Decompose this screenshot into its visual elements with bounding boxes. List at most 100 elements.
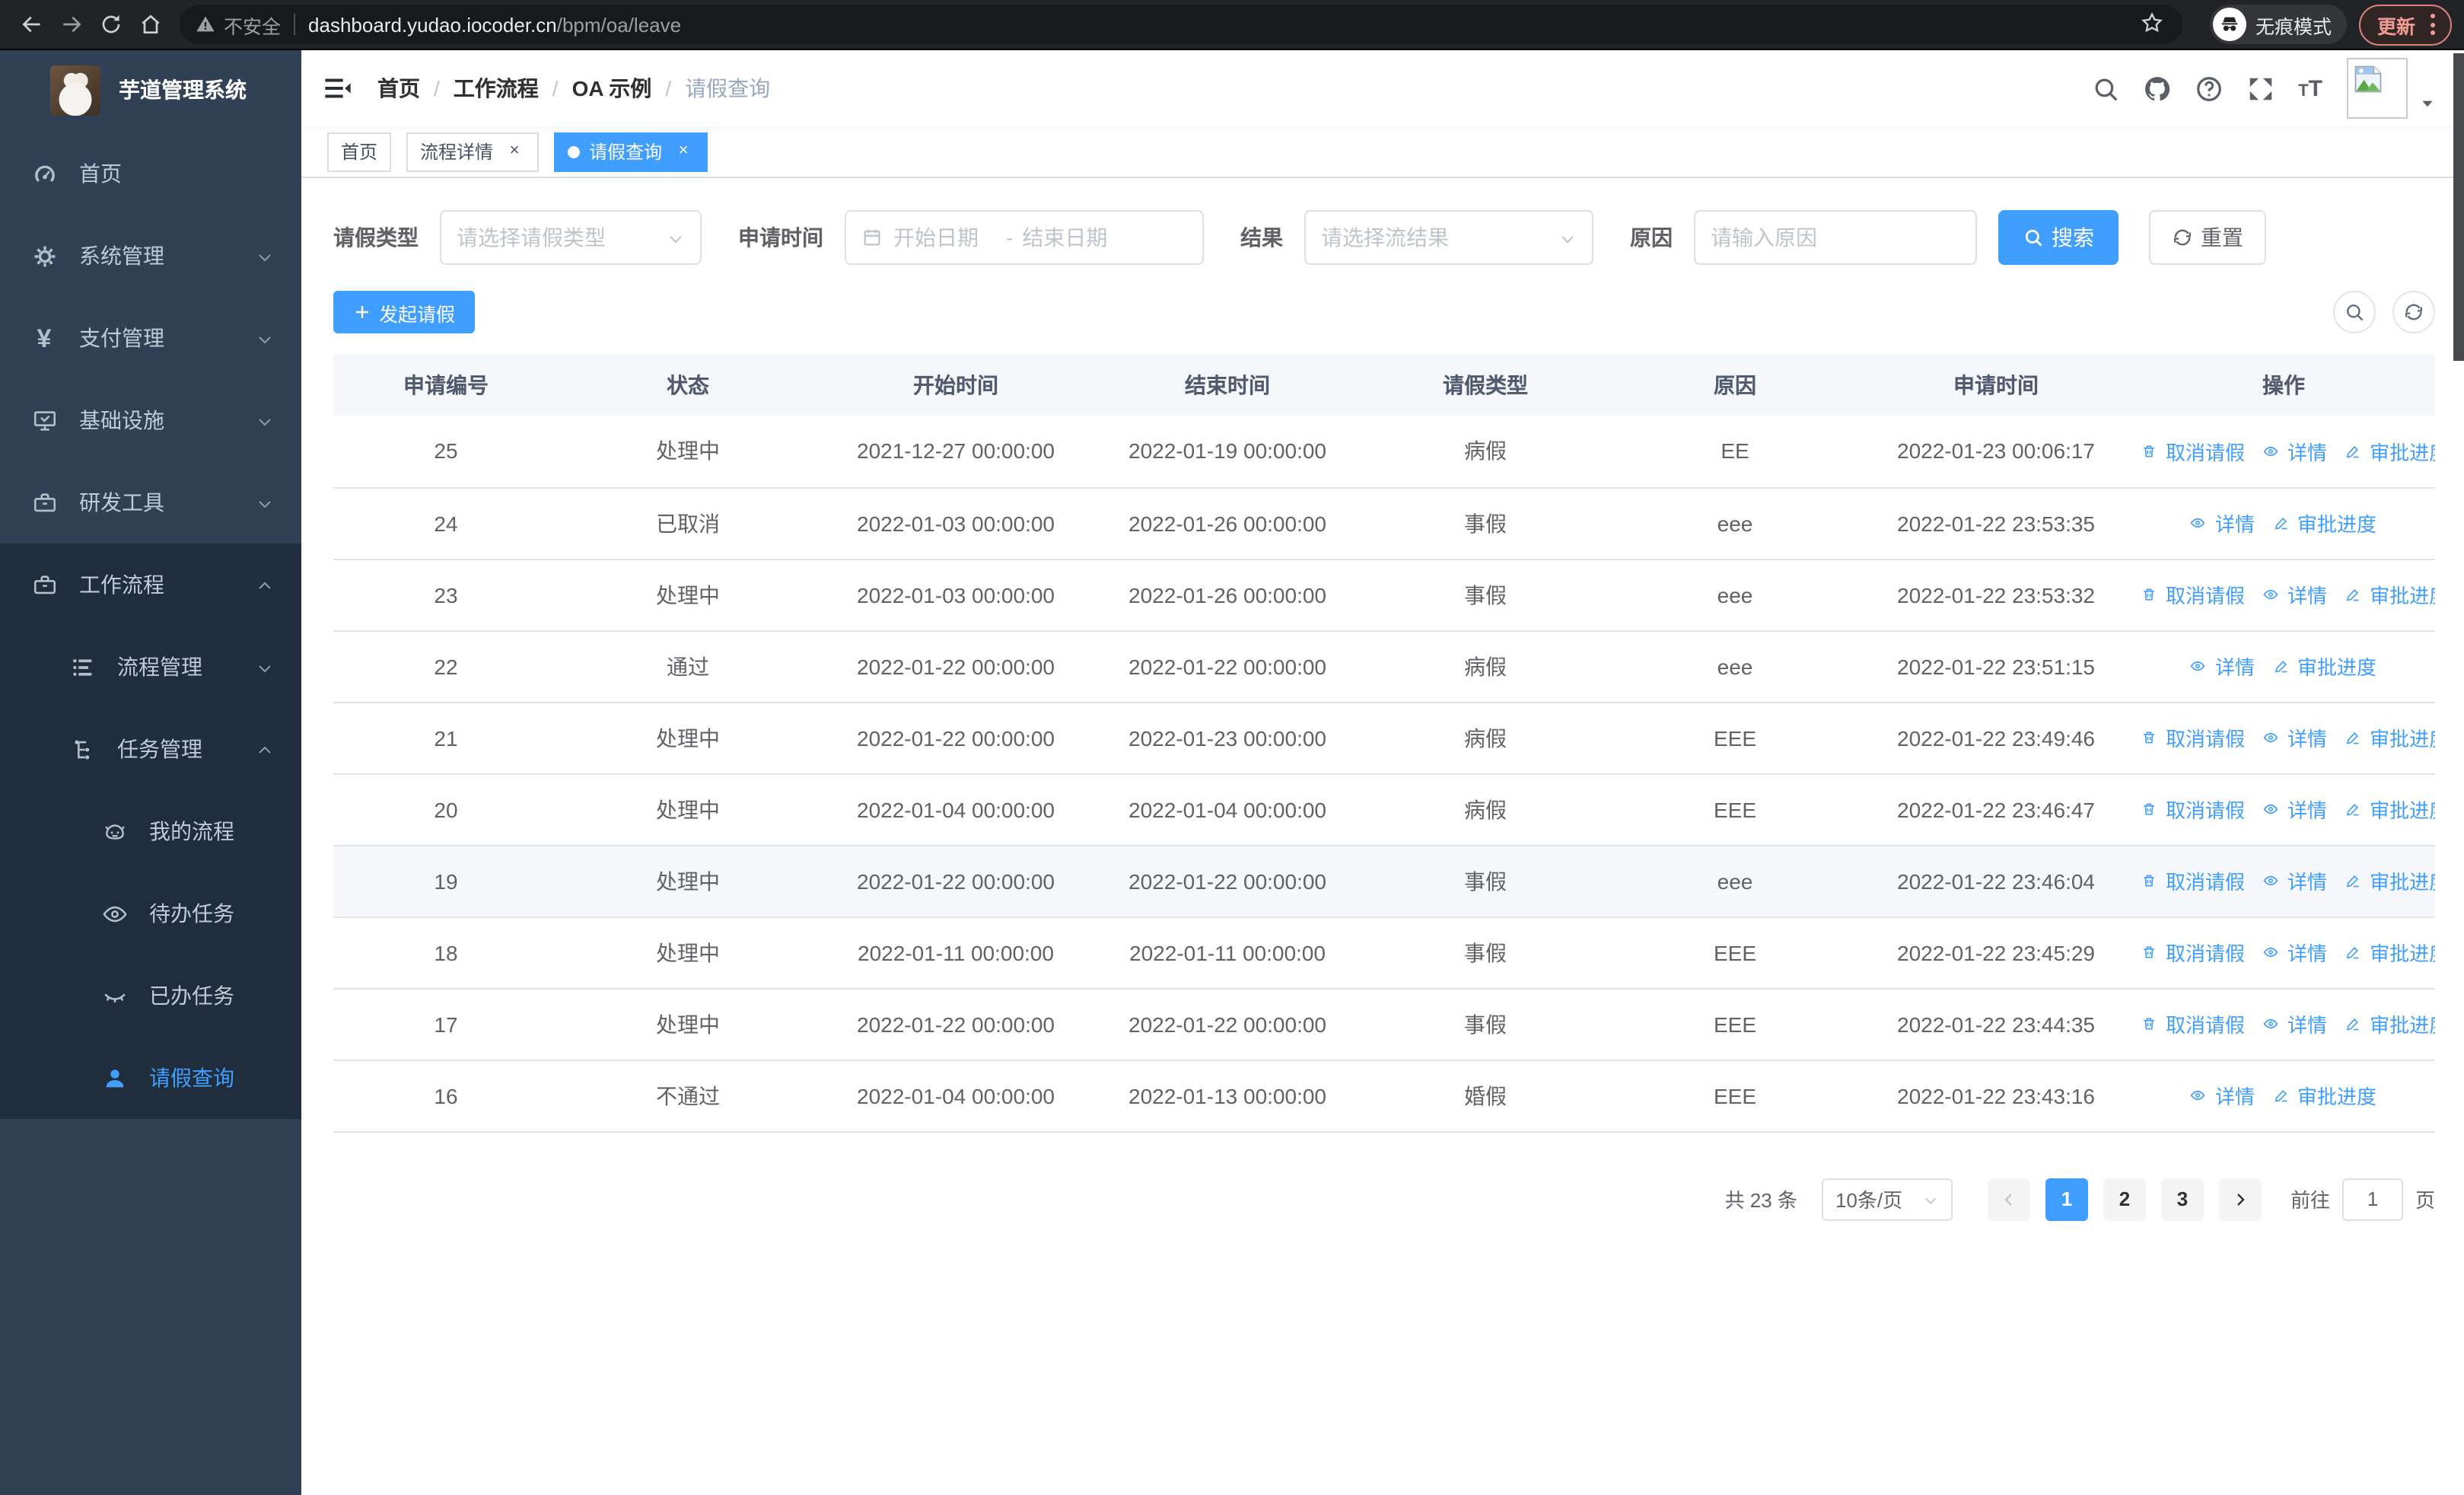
detail-action-link[interactable]: 详情 xyxy=(2263,795,2327,824)
bookmark-star-icon[interactable] xyxy=(2140,11,2167,38)
sidebar-item-leave-query[interactable]: 请假查询 xyxy=(0,1037,301,1119)
detail-action-link[interactable]: 详情 xyxy=(2191,1081,2255,1110)
cell-reason: EEE xyxy=(1610,773,1860,846)
sidebar-item-process-mgmt[interactable]: 流程管理 xyxy=(0,626,301,708)
tag-home[interactable]: 首页 xyxy=(327,132,392,171)
leave-type-select[interactable] xyxy=(440,210,702,265)
url-text[interactable]: dashboard.yudao.iocoder.cn/bpm/oa/leave xyxy=(308,13,2140,36)
refresh-table-button[interactable] xyxy=(2392,291,2435,333)
detail-action-link[interactable]: 详情 xyxy=(2263,866,2327,895)
flow-icon xyxy=(68,735,96,763)
pagination: 共 23 条 10条/页 123 前往 页 xyxy=(333,1178,2435,1220)
cancel-action-link[interactable]: 取消请假 xyxy=(2141,866,2245,895)
close-icon[interactable]: × xyxy=(673,141,694,162)
result-input[interactable] xyxy=(1321,225,1549,250)
forward-icon[interactable] xyxy=(52,5,91,44)
detail-action-link[interactable]: 详情 xyxy=(2263,1009,2327,1038)
progress-action-link[interactable]: 审批进度 xyxy=(2345,580,2435,609)
progress-action-link[interactable]: 审批进度 xyxy=(2345,866,2435,895)
cancel-action-link[interactable]: 取消请假 xyxy=(2141,1009,2245,1038)
sidebar-item-todo-tasks[interactable]: 待办任务 xyxy=(0,872,301,955)
avatar[interactable] xyxy=(2347,58,2408,119)
date-range-picker[interactable]: - xyxy=(845,210,1204,265)
trash-icon xyxy=(2144,445,2154,457)
cancel-action-link[interactable]: 取消请假 xyxy=(2141,580,2245,609)
font-size-icon[interactable]: TT xyxy=(2298,75,2322,101)
action-label: 详情 xyxy=(2287,441,2328,464)
progress-action-link[interactable]: 审批进度 xyxy=(2345,723,2435,752)
end-date-input[interactable] xyxy=(1022,225,1126,250)
back-icon[interactable] xyxy=(12,5,52,44)
scrollbar-thumb[interactable] xyxy=(2453,53,2464,361)
detail-action-link[interactable]: 详情 xyxy=(2263,723,2327,752)
reload-icon[interactable] xyxy=(91,5,131,44)
home-icon[interactable] xyxy=(131,5,170,44)
search-button[interactable]: 搜索 xyxy=(1998,210,2119,265)
table-row: 19 处理中 2022-01-22 00:00:00 2022-01-22 00:00… xyxy=(333,845,2435,917)
detail-action-link[interactable]: 详情 xyxy=(2191,508,2255,537)
sidebar-item-infra[interactable]: 基础设施 xyxy=(0,379,301,461)
page-button-3[interactable]: 3 xyxy=(2160,1178,2204,1220)
sidebar-item-task-mgmt[interactable]: 任务管理 xyxy=(0,708,301,790)
progress-action-link[interactable]: 审批进度 xyxy=(2273,1081,2376,1110)
detail-action-link[interactable]: 详情 xyxy=(2263,938,2327,967)
reset-button[interactable]: 重置 xyxy=(2149,210,2266,265)
reason-field[interactable] xyxy=(1694,210,1977,265)
progress-action-link[interactable]: 审批进度 xyxy=(2345,1009,2435,1038)
detail-action-link[interactable]: 详情 xyxy=(2263,437,2327,466)
security-label[interactable]: 不安全 xyxy=(224,10,281,39)
detail-action-link[interactable]: 详情 xyxy=(2263,580,2327,609)
url-bar[interactable]: 不安全 dashboard.yudao.iocoder.cn/bpm/oa/le… xyxy=(180,5,2182,44)
sidebar-item-devtools[interactable]: 研发工具 xyxy=(0,461,301,543)
progress-action-link[interactable]: 审批进度 xyxy=(2345,938,2435,967)
search-icon xyxy=(2347,304,2364,321)
progress-action-link[interactable]: 审批进度 xyxy=(2345,437,2435,466)
tag-leave-query[interactable]: 请假查询 × xyxy=(554,132,708,171)
reason-input[interactable] xyxy=(1711,225,1960,250)
progress-action-link[interactable]: 审批进度 xyxy=(2273,652,2376,681)
sidebar-item-my-process[interactable]: 我的流程 xyxy=(0,790,301,872)
sidebar-item-payment[interactable]: ¥ 支付管理 xyxy=(0,297,301,379)
sidebar-item-workflow[interactable]: 工作流程 xyxy=(0,543,301,626)
tag-process-detail[interactable]: 流程详情 × xyxy=(406,132,540,171)
progress-action-link[interactable]: 审批进度 xyxy=(2345,795,2435,824)
sidebar-item-home[interactable]: 首页 xyxy=(0,132,301,215)
start-date-input[interactable] xyxy=(893,225,997,250)
hamburger-icon[interactable] xyxy=(323,73,353,104)
browser-menu-icon[interactable] xyxy=(2426,11,2440,38)
toggle-search-button[interactable] xyxy=(2333,291,2376,333)
cancel-action-link[interactable]: 取消请假 xyxy=(2141,795,2245,824)
help-icon[interactable] xyxy=(2195,74,2224,103)
page-button-2[interactable]: 2 xyxy=(2103,1178,2146,1220)
goto-page-input[interactable] xyxy=(2341,1178,2403,1220)
progress-action-link[interactable]: 审批进度 xyxy=(2273,508,2376,537)
sidebar-item-done-tasks[interactable]: 已办任务 xyxy=(0,955,301,1037)
pagination-total: 共 23 条 xyxy=(1724,1189,1797,1212)
breadcrumb-item[interactable]: 工作流程 xyxy=(454,73,539,104)
page-button-1[interactable]: 1 xyxy=(2045,1178,2088,1220)
prev-page-button[interactable] xyxy=(1987,1178,2030,1220)
create-leave-button[interactable]: 发起请假 xyxy=(333,291,476,333)
cancel-action-link[interactable]: 取消请假 xyxy=(2141,437,2245,466)
action-label: 详情 xyxy=(2287,728,2328,751)
cell-start: 2022-01-22 00:00:00 xyxy=(817,845,1094,917)
page-size-select[interactable]: 10条/页 xyxy=(1821,1178,1953,1220)
search-icon[interactable] xyxy=(2091,74,2120,103)
breadcrumb-item[interactable]: 首页 xyxy=(377,73,420,104)
browser-update-button[interactable]: 更新 xyxy=(2358,4,2452,45)
result-select[interactable] xyxy=(1304,210,1593,265)
caret-down-icon[interactable] xyxy=(2420,91,2435,107)
next-page-button[interactable] xyxy=(2218,1178,2262,1220)
cancel-action-link[interactable]: 取消请假 xyxy=(2141,723,2245,752)
breadcrumb-item[interactable]: OA 示例 xyxy=(572,73,652,104)
close-icon[interactable]: × xyxy=(504,141,525,162)
sidebar-item-system[interactable]: 系统管理 xyxy=(0,215,301,297)
detail-action-link[interactable]: 详情 xyxy=(2191,652,2255,681)
chevron-down-icon xyxy=(256,329,274,347)
cancel-action-link[interactable]: 取消请假 xyxy=(2141,938,2245,967)
github-icon[interactable] xyxy=(2143,74,2172,103)
edit-icon xyxy=(2345,728,2365,748)
fullscreen-icon[interactable] xyxy=(2246,74,2275,103)
logo[interactable]: 芋道管理系统 xyxy=(0,50,301,129)
leave-type-input[interactable] xyxy=(457,225,657,250)
